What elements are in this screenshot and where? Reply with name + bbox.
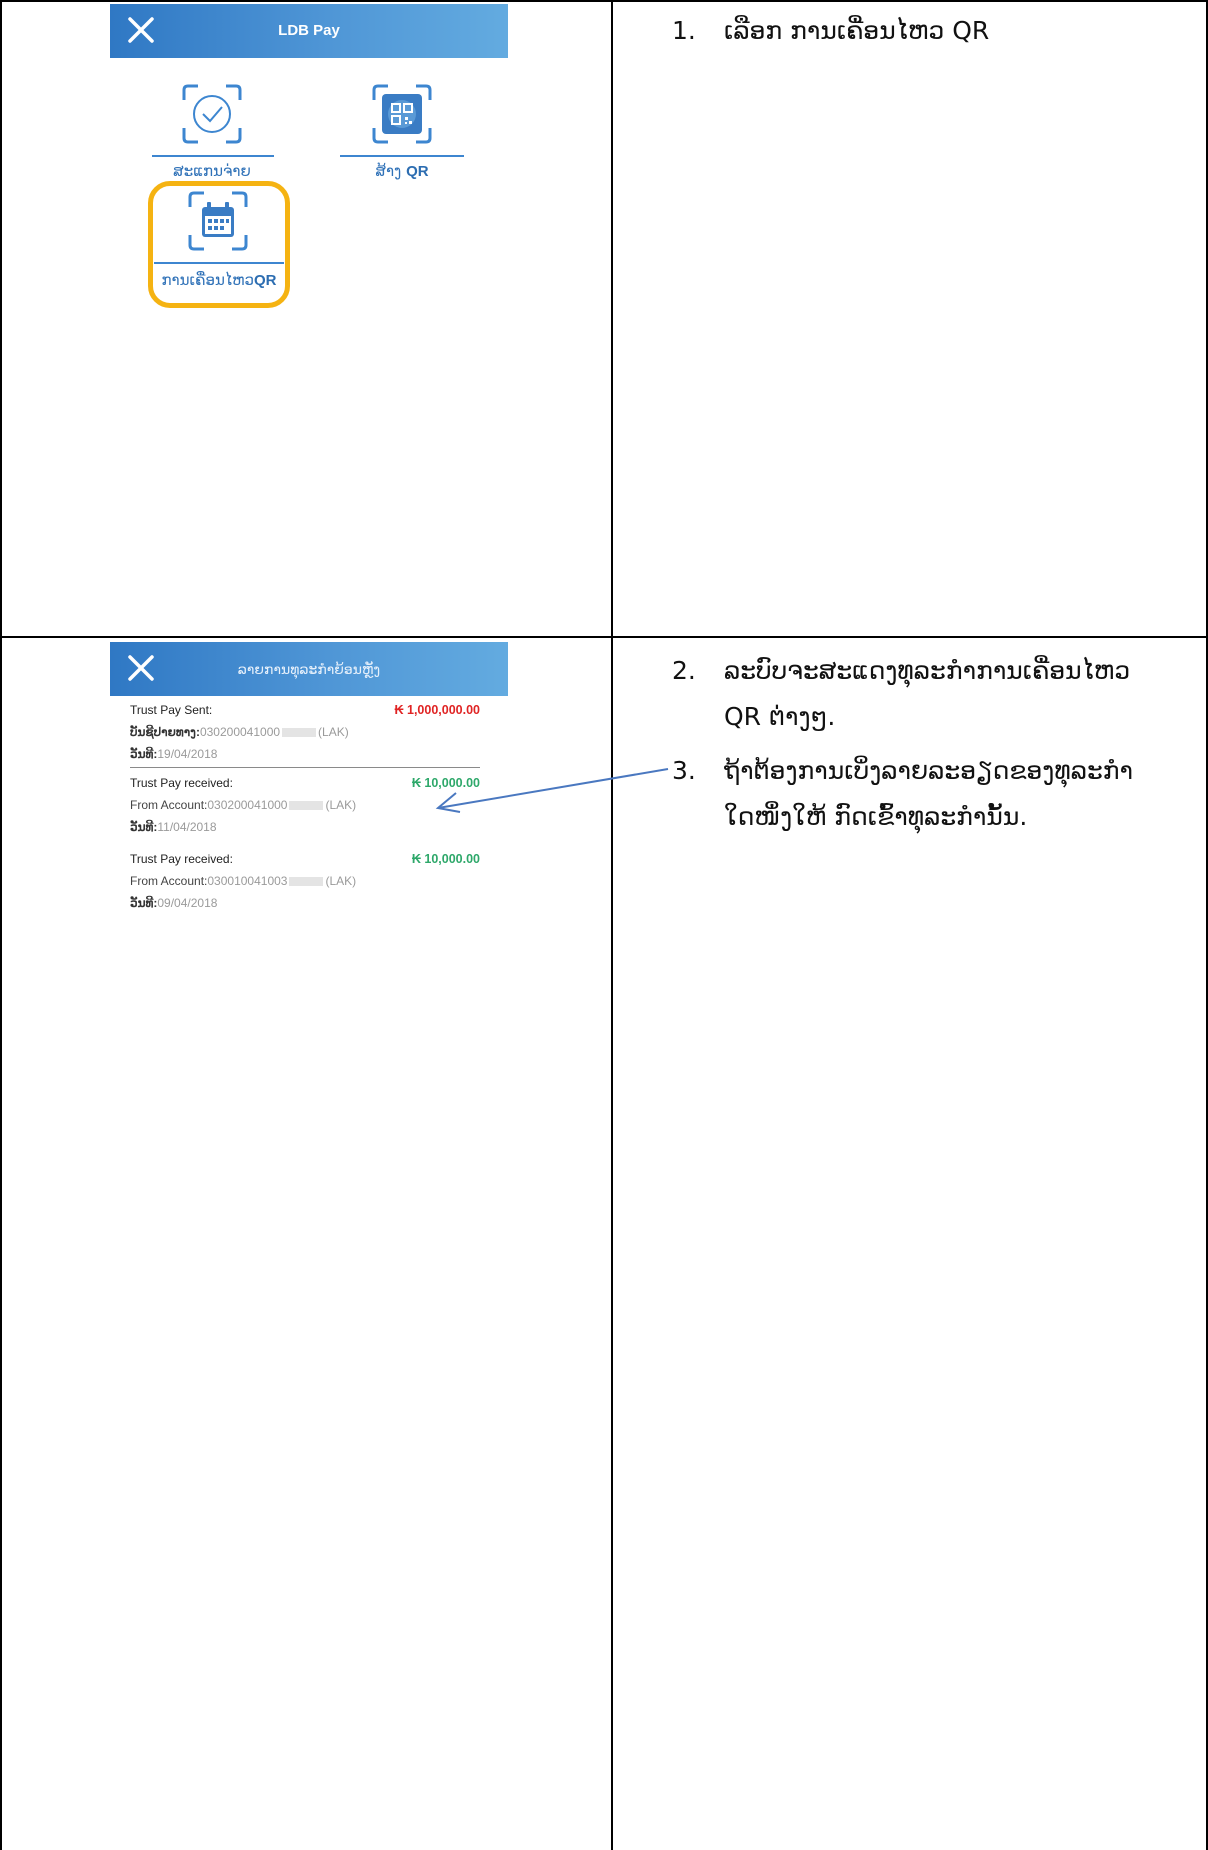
date-value: 11/04/2018 [157,820,217,834]
account-label: ບັນຊີປາຍທາງ: [130,725,200,739]
tile-label: ສະແກນຈ່າຍ [173,162,251,180]
transaction-title: Trust Pay Sent: [130,703,213,717]
transaction-account-row: From Account:030200041000 (LAK) [130,798,480,812]
tile-underline [154,262,284,264]
transaction-account-row: From Account:030010041003 (LAK) [130,874,480,888]
masked-digits [282,728,317,738]
currency: (LAK) [318,725,349,739]
date-label: ວັນທີ: [130,820,158,834]
transaction-date-row: ວັນທີ:19/04/2018 [130,747,480,761]
scan-pay-tile[interactable]: ສະແກນຈ່າຍ [148,82,276,182]
transaction-date-row: ວັນທີ:11/04/2018 [130,820,480,834]
account-value: 030010041003 [207,874,288,888]
transaction-item[interactable]: Trust Pay received: ₭ 10,000.00 From Acc… [130,852,480,910]
document-table: LDB Pay ສະແກນຈ່າຍ ສ້າງ QR ການເຄື່ອນໄຫວQR… [0,0,1208,1850]
account-label: From Account: [130,874,208,888]
tile-label-bold: QR [406,163,429,180]
date-label: ວັນທີ: [130,747,158,761]
step-number: 1. [672,16,696,45]
tile-label: ສ້າງ QR [340,162,464,180]
transaction-date-row: ວັນທີ:09/04/2018 [130,896,480,910]
step-text: ເລືອກ ການເຄື່ອນໄຫວ QR [724,16,990,45]
instruction-step-2: 2. ລະບົບຈະສະແດງທຸລະກຳການເຄື່ອນໄຫວ QR ຕ່າ… [672,648,1202,740]
header-title: ລາຍການທຸລະກຳຍ້ອນຫຼັງ [237,661,381,677]
instruction-step-3: 3. ຖ້າຕ້ອງການເບິ່ງລາຍລະອຽດຂອງທຸລະກຳ ໃດໜຶ… [672,748,1202,840]
tile-underline [152,155,274,157]
table-divider-row [0,636,1208,638]
date-value: 09/04/2018 [157,896,218,910]
qr-history-tile[interactable]: ການເຄື່ອນໄຫວQR [150,189,288,299]
step-number: 2. [672,656,696,685]
transaction-title-row: Trust Pay received: ₭ 10,000.00 [130,852,480,866]
tile-label-bold: QR [253,272,277,289]
tile-label-text: ການເຄື່ອນໄຫວ [161,271,254,289]
pointer-arrow-icon [435,768,669,813]
masked-digits [289,877,324,887]
qr-code-icon [372,84,432,144]
table-border-top [0,0,1208,2]
transaction-title-row: Trust Pay received: ₭ 10,000.00 [130,776,480,790]
step-number: 3. [672,756,696,785]
step-text-line-1: ລະບົບຈະສະແດງທຸລະກຳການເຄື່ອນໄຫວ [724,656,1131,685]
phone-header: LDB Pay [110,4,508,58]
transaction-title: Trust Pay received: [130,776,233,790]
currency: (LAK) [325,798,357,812]
check-circle-icon [182,84,242,144]
header-title: LDB Pay [278,22,340,39]
account-value: 030200041000 [207,798,288,812]
step-text-line-2: ໃດໜຶ່ງໃຫ້ ກົດເຂົ້າທຸລະກຳນັ້ນ. [724,802,1028,831]
transaction-title: Trust Pay received: [130,852,233,866]
transaction-item[interactable]: Trust Pay Sent: ₭ 1,000,000.00 ບັນຊີປາຍທ… [130,703,480,761]
step-text-line-1: ຖ້າຕ້ອງການເບິ່ງລາຍລະອຽດຂອງທຸລະກຳ [724,756,1133,785]
transaction-item[interactable]: Trust Pay received: ₭ 10,000.00 From Acc… [130,776,480,834]
create-qr-tile[interactable]: ສ້າງ QR [340,82,464,182]
transaction-title-row: Trust Pay Sent: ₭ 1,000,000.00 [130,703,480,717]
transaction-account-row: ບັນຊີປາຍທາງ:030200041000 (LAK) [130,725,480,739]
masked-digits [289,801,324,811]
instruction-step-1: 1. ເລືອກ ການເຄື່ອນໄຫວ QR [672,8,1192,54]
phone-header: ລາຍການທຸລະກຳຍ້ອນຫຼັງ [110,642,508,696]
transaction-divider [130,767,480,768]
calendar-icon [188,191,248,251]
transaction-amount: ₭ 10,000.00 [411,852,480,866]
table-divider-vertical [611,0,613,1850]
currency: (LAK) [325,874,357,888]
tile-label-text: ສ້າງ [375,162,407,180]
account-label: From Account: [130,798,208,812]
tile-label: ການເຄື່ອນໄຫວQR [148,271,290,289]
table-border-left [0,0,2,1850]
tile-underline [340,155,464,157]
date-label: ວັນທີ: [130,896,158,910]
account-value: 030200041000 [199,725,281,739]
date-value: 19/04/2018 [157,747,218,761]
step-text-line-2: QR ຕ່າງໆ. [724,702,836,731]
transaction-amount: ₭ 1,000,000.00 [394,703,481,717]
